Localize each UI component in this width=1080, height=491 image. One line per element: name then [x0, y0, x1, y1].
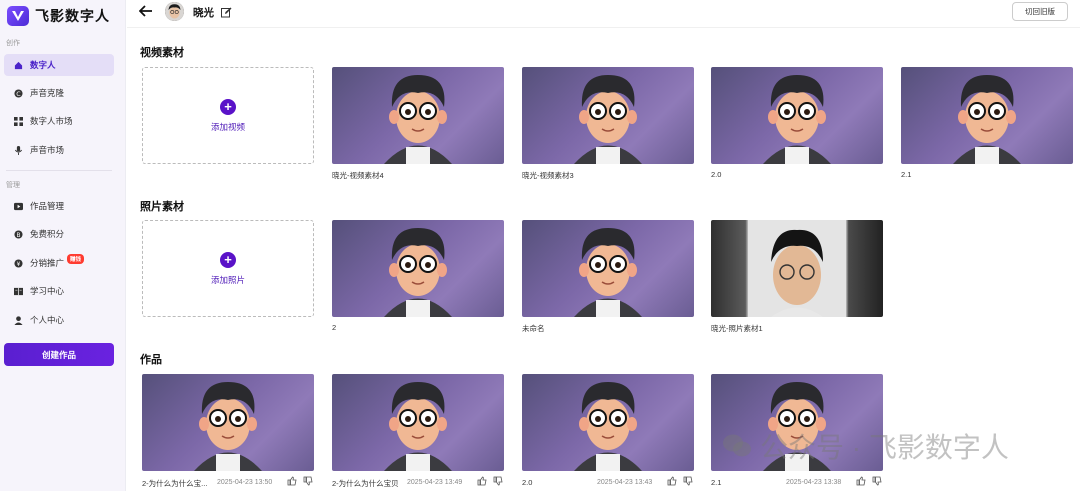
- logo-icon: [7, 6, 29, 26]
- add-photo-card[interactable]: + 添加照片: [142, 220, 314, 317]
- photo-section-title: 照片素材: [140, 201, 184, 213]
- work-title: 2.0: [522, 478, 533, 487]
- promote-icon: ¥: [14, 258, 23, 268]
- video-section-title: 视频素材: [140, 47, 184, 59]
- earn-badge: 赚钱: [67, 254, 85, 264]
- work-date: 2025-04-23 13:38: [786, 479, 842, 486]
- work-date: 2025-04-23 13:43: [597, 479, 653, 486]
- sidebar-item-works[interactable]: 作品管理: [4, 195, 114, 217]
- thumbs-up-icon[interactable]: [477, 476, 487, 488]
- thumbs-up-icon[interactable]: [667, 476, 677, 488]
- photo-thumbnail[interactable]: [711, 220, 883, 317]
- sidebar-item-label: 作品管理: [30, 201, 65, 211]
- photo-caption: 未命名: [522, 324, 545, 333]
- thumbs-up-icon[interactable]: [287, 476, 297, 488]
- sidebar-item-free-points[interactable]: B 免费积分: [4, 223, 114, 245]
- user-icon: [14, 315, 23, 325]
- home-icon: [14, 61, 23, 70]
- logo[interactable]: 飞影数字人: [7, 6, 110, 26]
- thumbs-down-icon[interactable]: [303, 476, 313, 488]
- app-root: 飞影数字人 创作 数字人 C 声音克隆 数字人市场 声音市场 管理 作品管理 B…: [0, 0, 1080, 491]
- book-icon: [14, 287, 23, 296]
- microphone-icon: [14, 145, 23, 155]
- plus-icon: +: [220, 98, 236, 115]
- thumbs-down-icon[interactable]: [683, 476, 693, 488]
- photo-caption: 晓光-照片素材1: [711, 324, 763, 333]
- sidebar-item-label: 免费积分: [30, 229, 65, 239]
- header: 晓光 切回旧版: [127, 0, 1080, 28]
- grid-icon: [14, 116, 23, 126]
- sidebar-divider: [6, 170, 112, 171]
- work-thumbnail[interactable]: [522, 374, 694, 471]
- svg-text:C: C: [16, 90, 21, 97]
- create-work-button[interactable]: 创建作品: [4, 343, 114, 366]
- sidebar-item-digital-human-market[interactable]: 数字人市场: [4, 110, 114, 132]
- work-date: 2025-04-23 13:49: [407, 479, 463, 486]
- work-thumbnail[interactable]: [142, 374, 314, 471]
- avatar[interactable]: [165, 2, 184, 21]
- svg-text:B: B: [16, 232, 20, 238]
- wechat-icon: [723, 434, 751, 457]
- sidebar-item-digital-human[interactable]: 数字人: [4, 54, 114, 76]
- add-photo-label: 添加照片: [210, 274, 245, 285]
- back-arrow-icon[interactable]: [138, 4, 153, 21]
- thumbs-down-icon[interactable]: [493, 476, 503, 488]
- work-title: 2.1: [711, 478, 722, 487]
- photo-thumbnail[interactable]: [332, 220, 504, 317]
- sidebar-item-label: 分销推广: [30, 258, 65, 268]
- video-thumbnail[interactable]: [522, 67, 694, 164]
- work-thumbnail[interactable]: [332, 374, 504, 471]
- video-thumbnail[interactable]: [711, 67, 883, 164]
- sidebar-item-label: 个人中心: [30, 315, 65, 325]
- sidebar-item-voice-market[interactable]: 声音市场: [4, 139, 114, 161]
- sidebar-item-personal-center[interactable]: 个人中心: [4, 309, 114, 331]
- voice-clone-icon: C: [14, 88, 23, 98]
- work-title: 2-为什么为什么宝...: [142, 479, 208, 488]
- works-section-title: 作品: [140, 354, 162, 366]
- watermark-text: 公众号 · 飞影数字人: [760, 432, 1009, 463]
- sidebar-item-learning-center[interactable]: 学习中心: [4, 280, 114, 302]
- switch-old-version-button[interactable]: 切回旧版: [1012, 2, 1068, 21]
- add-video-label: 添加视频: [210, 121, 245, 132]
- sidebar-item-promotion[interactable]: ¥ 分销推广 赚钱: [4, 252, 114, 274]
- sidebar-item-label: 声音市场: [30, 145, 65, 155]
- work-date: 2025-04-23 13:50: [217, 479, 273, 486]
- video-thumbnail[interactable]: [901, 67, 1073, 164]
- plus-icon: +: [220, 251, 236, 268]
- watermark: 公众号 · 飞影数字人: [722, 426, 1009, 466]
- app-name: 飞影数字人: [35, 8, 110, 24]
- video-caption: 2.1: [901, 170, 912, 179]
- sidebar-item-label: 数字人市场: [30, 116, 73, 126]
- create-section-label: 创作: [6, 40, 20, 47]
- sidebar-item-label: 学习中心: [30, 286, 65, 296]
- video-caption: 晓光-视频素材3: [522, 171, 574, 180]
- user-name: 晓光: [193, 7, 214, 19]
- photo-caption: 2: [332, 323, 337, 332]
- sidebar-item-label: 声音克隆: [30, 88, 65, 98]
- sidebar: 飞影数字人 创作 数字人 C 声音克隆 数字人市场 声音市场 管理 作品管理 B…: [0, 0, 126, 491]
- manage-section-label: 管理: [6, 182, 20, 189]
- video-caption: 2.0: [711, 170, 722, 179]
- sidebar-item-label: 数字人: [30, 60, 56, 70]
- add-video-card[interactable]: + 添加视频: [142, 67, 314, 164]
- thumbs-down-icon[interactable]: [872, 476, 882, 488]
- photo-thumbnail[interactable]: [522, 220, 694, 317]
- video-caption: 晓光-视频素材4: [332, 171, 384, 180]
- work-title: 2-为什么为什么宝贝: [332, 479, 399, 488]
- thumbs-up-icon[interactable]: [856, 476, 866, 488]
- sidebar-item-voice-clone[interactable]: C 声音克隆: [4, 82, 114, 104]
- svg-text:¥: ¥: [17, 261, 21, 267]
- video-thumbnail[interactable]: [332, 67, 504, 164]
- play-icon: [14, 202, 23, 211]
- edit-icon[interactable]: [221, 5, 232, 23]
- coin-icon: B: [14, 229, 23, 239]
